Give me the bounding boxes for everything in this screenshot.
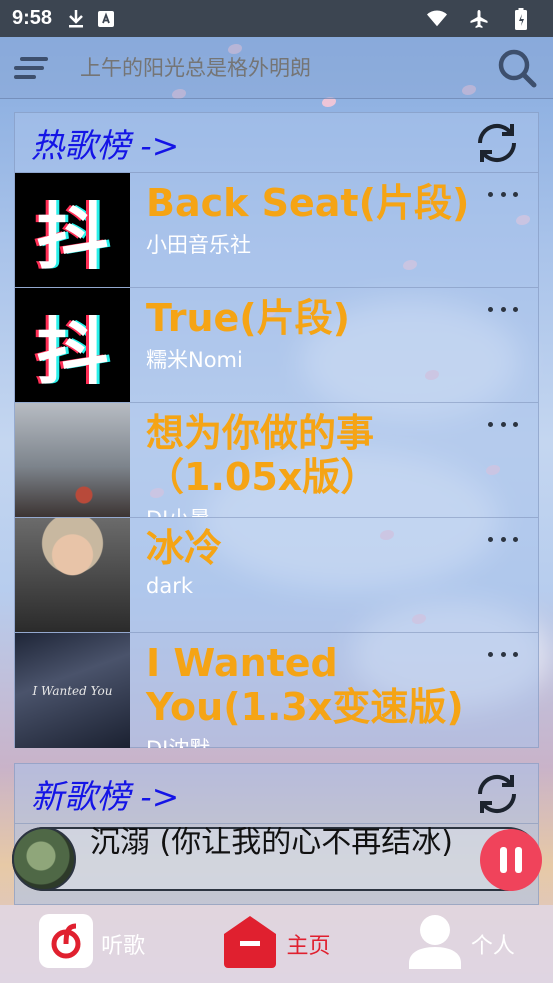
song-artist: 小田音乐社 [146,233,251,257]
download-icon [66,9,86,29]
song-artist: DJ沈默 [146,733,522,748]
more-options-icon[interactable] [488,419,518,429]
douyin-cover: 抖 [15,173,130,287]
song-title: True(片段) [146,296,351,340]
nav-home-label: 主页 [286,934,331,959]
hot-chart-header: 热歌榜 -> [15,113,538,173]
more-options-icon[interactable] [488,189,518,199]
nav-profile-label: 个人 [470,934,515,959]
bottom-nav: 听歌 主页 个人 [0,905,553,983]
netease-music-icon [39,914,94,974]
wanted-you-cover: I Wanted You [15,633,130,748]
status-time: 9:58 [12,7,53,29]
portrait-cover [15,518,130,632]
nav-listen[interactable]: 听歌 [0,914,184,974]
song-title: 冰冷 [146,526,223,570]
now-playing-title: 沉溺 (你让我的心不再结冰) [90,827,453,860]
song-row[interactable]: 冰冷 dark [15,518,538,633]
hot-chart-panel: 热歌榜 -> 抖 Back Seat(片段) 小田音乐社 抖 True(片段) … [14,112,539,748]
song-artist: DJ小暑 [146,503,522,517]
search-icon[interactable] [495,46,539,90]
accessibility-icon [96,9,116,29]
song-row[interactable]: 抖 Back Seat(片段) 小田音乐社 [15,173,538,288]
wifi-icon [427,9,447,29]
refresh-icon[interactable] [472,118,522,168]
home-icon [222,914,278,974]
user-icon [407,913,463,975]
airplane-icon [469,9,489,29]
new-chart-title[interactable]: 新歌榜 -> [31,770,179,818]
more-options-icon[interactable] [488,534,518,544]
song-title: I Wanted You(1.3x变速版) [146,641,464,729]
nav-listen-label: 听歌 [101,934,146,959]
search-input[interactable] [80,55,495,80]
new-chart-header: 新歌榜 -> [15,764,538,824]
song-row[interactable]: 想为你做的事（1.05x版） DJ小暑 [15,403,538,518]
douyin-cover: 抖 [15,288,130,402]
battery-icon [511,7,531,30]
nav-home[interactable]: 主页 [184,914,368,974]
song-title: 想为你做的事（1.05x版） [146,411,379,499]
rain-window-cover [15,403,130,517]
song-artist: dark [146,574,193,598]
song-artist: 糯米Nomi [146,348,243,372]
nav-profile[interactable]: 个人 [369,913,553,975]
song-row[interactable]: I Wanted You I Wanted You(1.3x变速版) DJ沈默 [15,633,538,748]
pause-button[interactable] [480,829,542,891]
status-bar: 9:58 [0,0,553,37]
song-title: Back Seat(片段) [146,181,470,225]
album-disc[interactable] [12,827,76,891]
top-bar [0,37,553,99]
more-options-icon[interactable] [488,304,518,314]
song-row[interactable]: 抖 True(片段) 糯米Nomi [15,288,538,403]
refresh-icon[interactable] [472,769,522,819]
menu-icon[interactable] [14,53,50,83]
more-options-icon[interactable] [488,649,518,659]
now-playing-bar[interactable]: 沉溺 (你让我的心不再结冰) [12,827,542,891]
hot-chart-title[interactable]: 热歌榜 -> [31,119,179,167]
